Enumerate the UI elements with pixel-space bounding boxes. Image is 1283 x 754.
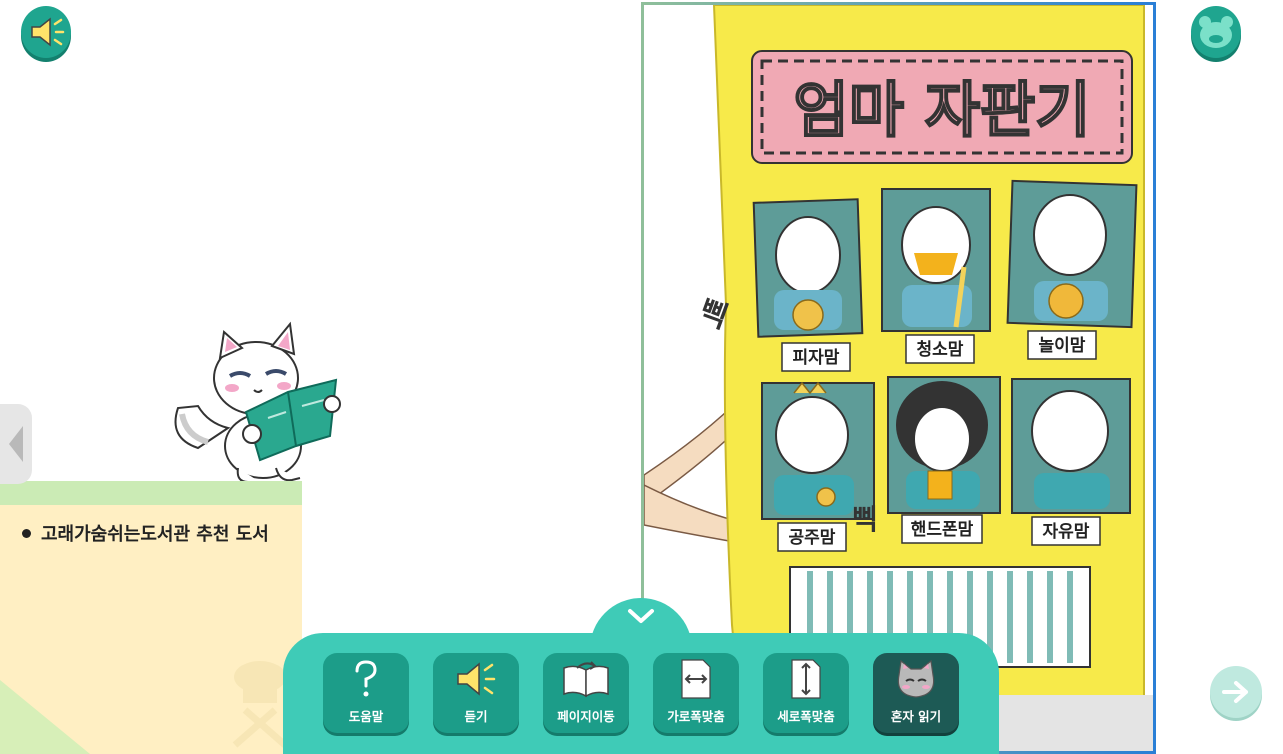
recommendation-header-strip xyxy=(0,481,302,505)
next-page-button[interactable] xyxy=(1210,666,1262,718)
mom-window-5 xyxy=(887,376,1001,514)
listen-button[interactable]: 듣기 xyxy=(433,653,519,733)
fit-width-button[interactable]: 가로폭맞춤 xyxy=(653,653,739,733)
previous-page-button[interactable] xyxy=(0,404,32,484)
mom-label-1: 피자맘 xyxy=(793,348,840,368)
fit-height-icon xyxy=(791,659,821,699)
help-button[interactable]: 도움말 xyxy=(323,653,409,733)
arrow-right-icon xyxy=(1222,681,1248,703)
cat-mascot-illustration xyxy=(174,321,341,483)
question-icon xyxy=(355,660,377,697)
mom-label-6: 자유맘 xyxy=(1043,522,1090,542)
recommendation-text: 고래가숨쉬는도서관 추천 도서 xyxy=(41,524,269,545)
book-flip-icon xyxy=(563,661,609,698)
bullet-icon xyxy=(22,528,31,538)
help-label: 도움말 xyxy=(348,709,384,724)
sound-button[interactable] xyxy=(21,6,71,58)
speaker-icon xyxy=(457,662,496,696)
chevron-left-icon xyxy=(9,426,23,462)
recommendation-label: 고래가숨쉬는도서관 추천 도서 xyxy=(22,520,269,546)
fit-width-label: 가로폭맞춤 xyxy=(667,709,725,724)
listen-label: 듣기 xyxy=(464,709,488,724)
mom-label-2: 청소맘 xyxy=(917,339,964,360)
fit-height-button[interactable]: 세로폭맞춤 xyxy=(763,653,849,733)
page-move-label: 페이지이동 xyxy=(557,709,615,724)
mom-window-6 xyxy=(1011,378,1131,514)
chevron-down-icon xyxy=(628,609,654,623)
face-icon xyxy=(1199,16,1233,48)
speaker-icon xyxy=(31,17,65,47)
read-alone-label: 혼자 읽기 xyxy=(890,709,942,724)
read-alone-button[interactable]: 혼자 읽기 xyxy=(873,653,959,733)
mom-label-5: 핸드폰맘 xyxy=(911,520,974,540)
mom-label-4: 공주맘 xyxy=(789,528,836,548)
corner-decoration xyxy=(0,680,90,754)
character-button[interactable] xyxy=(1191,6,1241,58)
mom-label-3: 놀이맘 xyxy=(1039,336,1086,356)
fit-width-icon xyxy=(681,659,711,699)
cat-icon xyxy=(897,659,935,698)
fit-height-label: 세로폭맞춤 xyxy=(777,709,835,724)
sound-effect-2: 삑 xyxy=(852,503,878,536)
mom-window-1 xyxy=(752,198,864,338)
page-move-button[interactable]: 페이지이동 xyxy=(543,653,629,733)
sign-title: 엄마 자판기 xyxy=(794,76,1091,146)
mom-window-2 xyxy=(881,188,991,332)
mom-window-3 xyxy=(1006,179,1138,329)
mom-window-4 xyxy=(761,381,875,520)
